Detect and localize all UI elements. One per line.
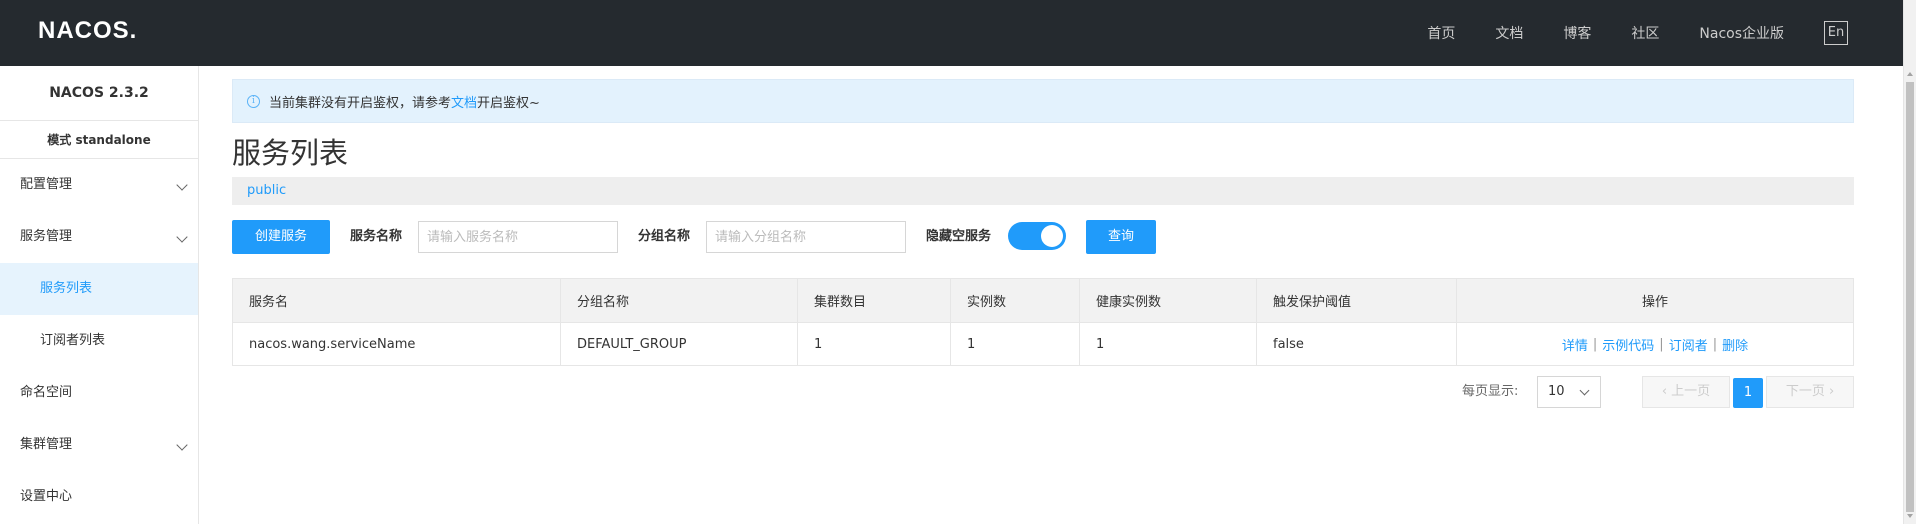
table-row: nacos.wang.serviceName DEFAULT_GROUP 1 1… bbox=[233, 323, 1853, 365]
group-name-label: 分组名称 bbox=[638, 229, 691, 244]
namespace-public-link[interactable]: public bbox=[247, 183, 286, 198]
col-header-healthy-count: 健康实例数 bbox=[1080, 279, 1257, 322]
col-header-actions: 操作 bbox=[1641, 295, 1668, 310]
cell-protect-threshold: false bbox=[1257, 323, 1457, 365]
next-page-label: 下一页 bbox=[1785, 384, 1825, 399]
op-separator: | bbox=[1592, 336, 1598, 352]
service-name-input[interactable] bbox=[418, 221, 618, 253]
sidebar-item-label: 服务管理 bbox=[20, 229, 73, 244]
scroll-up-arrow-icon[interactable] bbox=[1907, 72, 1913, 76]
pagination: 每页显示: 10 ‹ 上一页 1 下一页 › bbox=[232, 376, 1854, 408]
scroll-down-arrow-icon[interactable] bbox=[1907, 514, 1913, 518]
sidebar-item-label: 服务列表 bbox=[40, 281, 93, 296]
toggle-knob bbox=[1041, 225, 1063, 247]
chevron-left-icon: ‹ bbox=[1661, 384, 1672, 399]
sidebar-item-label: 集群管理 bbox=[20, 437, 73, 452]
per-page-value: 10 bbox=[1548, 384, 1565, 399]
per-page-select[interactable]: 10 bbox=[1537, 376, 1601, 408]
service-name-label: 服务名称 bbox=[350, 229, 403, 244]
chevron-down-icon bbox=[1579, 385, 1590, 396]
create-service-button[interactable]: 创建服务 bbox=[232, 220, 330, 254]
cell-service-name: nacos.wang.serviceName bbox=[233, 323, 561, 365]
sidebar-item-label: 配置管理 bbox=[20, 177, 73, 192]
table-header: 服务名 分组名称 集群数目 实例数 健康实例数 触发保护阈值 操作 bbox=[233, 279, 1853, 323]
language-switch-button[interactable]: En bbox=[1824, 21, 1848, 45]
sidebar-item-label: 命名空间 bbox=[20, 385, 73, 400]
details-link[interactable]: 详情 bbox=[1562, 335, 1588, 354]
subscribers-link[interactable]: 订阅者 bbox=[1669, 335, 1708, 354]
cell-healthy-count: 1 bbox=[1080, 323, 1257, 365]
sidebar-item-cluster-management[interactable]: 集群管理 bbox=[0, 419, 198, 471]
version-label: NACOS 2.3.2 bbox=[0, 66, 198, 121]
col-header-protect-threshold: 触发保护阈值 bbox=[1257, 279, 1457, 322]
auth-notice: i 当前集群没有开启鉴权，请参考 文档 开启鉴权~ bbox=[232, 79, 1854, 123]
chevron-down-icon bbox=[176, 179, 188, 191]
col-header-service-name: 服务名 bbox=[233, 279, 561, 322]
sidebar-item-config-management[interactable]: 配置管理 bbox=[0, 159, 198, 211]
query-button[interactable]: 查询 bbox=[1086, 220, 1156, 254]
col-header-instance-count: 实例数 bbox=[951, 279, 1080, 322]
nav-home[interactable]: 首页 bbox=[1427, 23, 1455, 43]
cell-cluster-count: 1 bbox=[798, 323, 951, 365]
col-header-cluster-count: 集群数目 bbox=[798, 279, 951, 322]
per-page-label: 每页显示: bbox=[1462, 384, 1519, 399]
page-number-current[interactable]: 1 bbox=[1733, 378, 1763, 408]
nav-docs[interactable]: 文档 bbox=[1495, 23, 1523, 43]
top-navbar: NACOS. 首页 文档 博客 社区 Nacos企业版 En bbox=[0, 0, 1903, 66]
chevron-down-icon bbox=[176, 439, 188, 451]
op-separator: | bbox=[1712, 336, 1718, 352]
cell-group-name: DEFAULT_GROUP bbox=[561, 323, 798, 365]
sidebar-item-namespace[interactable]: 命名空间 bbox=[0, 367, 198, 419]
cell-actions: 详情 | 示例代码 | 订阅者 | 删除 bbox=[1457, 323, 1853, 365]
sidebar-item-settings[interactable]: 设置中心 bbox=[0, 471, 198, 523]
sidebar-item-service-management[interactable]: 服务管理 bbox=[0, 211, 198, 263]
top-nav: 首页 文档 博客 社区 Nacos企业版 En bbox=[1387, 0, 1848, 66]
chevron-down-icon bbox=[176, 231, 188, 243]
info-icon: i bbox=[247, 94, 260, 108]
notice-text-suffix: 开启鉴权~ bbox=[477, 95, 540, 111]
nav-blog[interactable]: 博客 bbox=[1563, 23, 1591, 43]
delete-link[interactable]: 删除 bbox=[1722, 335, 1748, 354]
cell-instance-count: 1 bbox=[951, 323, 1080, 365]
namespace-bar: public bbox=[232, 177, 1854, 205]
prev-page-button[interactable]: ‹ 上一页 bbox=[1642, 376, 1730, 408]
chevron-right-icon: › bbox=[1824, 384, 1835, 399]
next-page-button[interactable]: 下一页 › bbox=[1766, 376, 1854, 408]
group-name-input[interactable] bbox=[706, 221, 906, 253]
mode-label: 模式 standalone bbox=[0, 121, 198, 159]
notice-docs-link[interactable]: 文档 bbox=[451, 92, 477, 111]
col-header-group-name: 分组名称 bbox=[561, 279, 798, 322]
service-table: 服务名 分组名称 集群数目 实例数 健康实例数 触发保护阈值 操作 nacos.… bbox=[232, 278, 1854, 366]
page-title: 服务列表 bbox=[232, 136, 349, 170]
filter-bar: 创建服务 服务名称 分组名称 隐藏空服务 查询 bbox=[232, 220, 1854, 254]
hide-empty-label: 隐藏空服务 bbox=[926, 229, 992, 244]
sidebar-item-label: 订阅者列表 bbox=[40, 333, 106, 348]
sidebar-item-label: 设置中心 bbox=[20, 489, 73, 504]
scroll-thumb[interactable] bbox=[1906, 82, 1914, 512]
sidebar-item-service-list[interactable]: 服务列表 bbox=[0, 263, 198, 315]
op-separator: | bbox=[1659, 336, 1664, 352]
prev-page-label: 上一页 bbox=[1671, 384, 1711, 399]
sidebar: NACOS 2.3.2 模式 standalone 配置管理 服务管理 服务列表… bbox=[0, 66, 199, 524]
hide-empty-toggle[interactable] bbox=[1008, 222, 1066, 250]
notice-text-prefix: 当前集群没有开启鉴权，请参考 bbox=[269, 95, 452, 111]
sample-code-link[interactable]: 示例代码 bbox=[1602, 335, 1654, 354]
nacos-logo[interactable]: NACOS. bbox=[38, 16, 137, 46]
nav-community[interactable]: 社区 bbox=[1631, 23, 1659, 43]
nav-enterprise[interactable]: Nacos企业版 bbox=[1699, 23, 1784, 43]
sidebar-item-subscriber-list[interactable]: 订阅者列表 bbox=[0, 315, 198, 367]
page-scrollbar[interactable] bbox=[1903, 0, 1916, 524]
